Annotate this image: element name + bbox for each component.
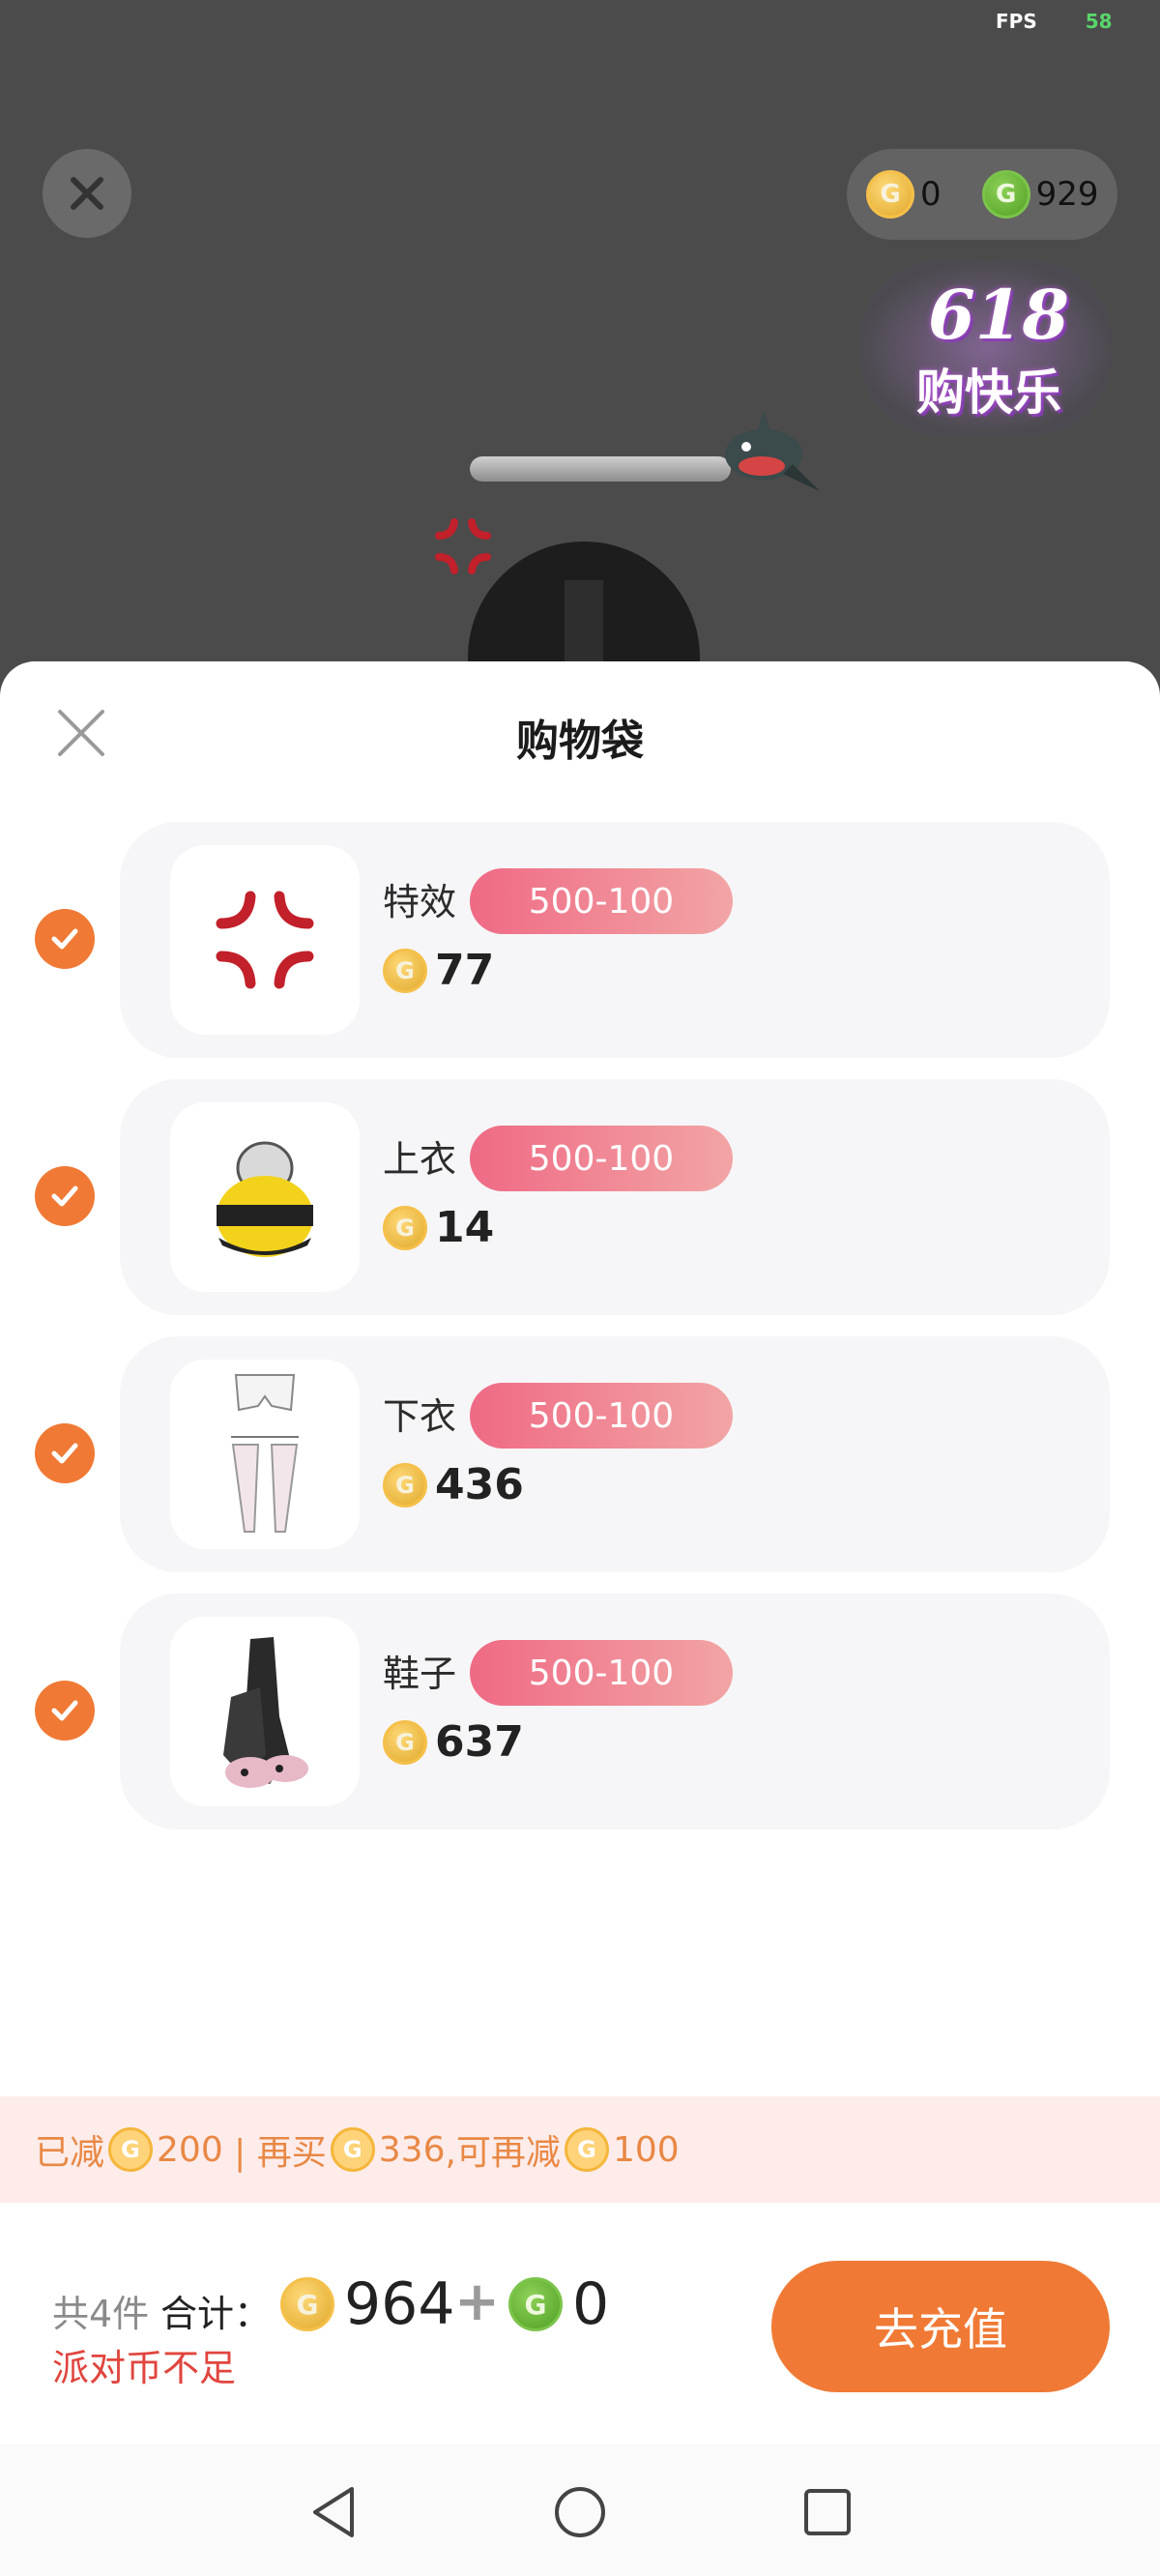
discount-text-next: ,可再减 — [445, 2133, 561, 2173]
recharge-button[interactable]: 去充值 — [771, 2261, 1110, 2392]
cart-item-shoes: 鞋子 500-100 G 637 — [0, 1594, 1160, 1830]
price-amount: 436 — [435, 1460, 524, 1509]
gold-coin-icon: G — [383, 1719, 427, 1765]
nav-back-button[interactable] — [305, 2483, 363, 2541]
scene-close-button[interactable] — [43, 149, 131, 238]
cart-item-effect: 特效 500-100 G 77 — [0, 822, 1160, 1058]
checkmark-icon — [51, 1443, 78, 1464]
promo-tag: 500-100 — [470, 1383, 733, 1449]
back-triangle-icon — [313, 2487, 354, 2537]
gold-coin-icon: G — [866, 170, 914, 219]
item-card[interactable]: 上衣 500-100 G 14 — [120, 1079, 1110, 1315]
shark-icon — [725, 410, 820, 491]
item-name: 下衣 — [383, 1395, 457, 1438]
recents-square-icon — [804, 2489, 851, 2535]
item-checkbox[interactable] — [35, 909, 95, 969]
item-name: 上衣 — [383, 1138, 457, 1181]
promo-tag: 500-100 — [470, 1640, 733, 1706]
discount-amount-next: 100 — [612, 2129, 680, 2170]
system-navigation-bar — [0, 2444, 1160, 2576]
total-green: G 0 — [508, 2270, 609, 2338]
green-coin-icon: G — [981, 170, 1030, 219]
item-name: 鞋子 — [383, 1653, 457, 1695]
anger-effect-icon — [216, 891, 314, 989]
insufficient-balance-warning: 派对币不足 — [52, 2347, 237, 2389]
item-price: G 14 — [383, 1203, 494, 1252]
boots-icon — [223, 1637, 308, 1788]
green-balance: 929 — [1035, 175, 1099, 214]
bee-top-icon — [217, 1141, 313, 1257]
item-thumbnail — [170, 1360, 360, 1549]
checkout-footer: 共4件 合计： G 964 + G 0 派对币不足 去充值 — [0, 2203, 1160, 2444]
price-amount: 637 — [435, 1717, 524, 1767]
item-checkbox[interactable] — [35, 1166, 95, 1226]
green-coin-icon: G — [508, 2277, 563, 2331]
event-badge-number: 618 — [928, 275, 1070, 355]
plus-sign: + — [454, 2270, 500, 2333]
cart-item-top: 上衣 500-100 G 14 — [0, 1079, 1160, 1315]
currency-balance[interactable]: G 0 G 929 — [847, 149, 1117, 240]
item-card[interactable]: 下衣 500-100 G 436 — [120, 1336, 1110, 1572]
gold-coin-icon: G — [383, 1205, 427, 1250]
discount-text-reduced: 已减 — [35, 2133, 105, 2173]
item-checkbox[interactable] — [35, 1423, 95, 1483]
gold-balance: 0 — [920, 175, 942, 214]
pants-stockings-icon — [231, 1374, 299, 1533]
item-card[interactable]: 鞋子 500-100 G 637 — [120, 1594, 1110, 1830]
item-name: 特效 — [383, 881, 457, 923]
gold-coin-icon: G — [383, 948, 427, 993]
total-label: 合计： — [160, 2293, 272, 2335]
item-price: G 436 — [383, 1460, 524, 1509]
gold-coin-icon: G — [330, 2127, 375, 2172]
sheet-title: 购物袋 — [516, 717, 644, 766]
item-price: G 637 — [383, 1717, 524, 1767]
fps-value: 58 — [1085, 10, 1113, 33]
item-price: G 77 — [383, 946, 494, 995]
shark-rod — [470, 456, 731, 482]
nav-recents-button[interactable] — [798, 2483, 856, 2541]
discount-amount-reduced: 200 — [157, 2129, 223, 2170]
checkmark-icon — [51, 1186, 78, 1207]
discount-amount-more: 336 — [378, 2129, 446, 2170]
event-badge-618[interactable]: 618 购快乐 — [860, 261, 1112, 435]
total-green-amount: 0 — [572, 2270, 610, 2338]
fps-counter: FPS 58 — [996, 10, 1113, 33]
total-gold-amount: 964 — [344, 2270, 455, 2338]
event-badge-text: 购快乐 — [916, 365, 1061, 421]
anger-mark-icon — [435, 518, 491, 574]
item-checkbox[interactable] — [35, 1681, 95, 1741]
gold-coin-icon: G — [108, 2127, 154, 2172]
price-amount: 77 — [435, 946, 495, 995]
price-amount: 14 — [435, 1203, 495, 1252]
item-count: 共4件 — [52, 2293, 150, 2335]
home-circle-icon — [555, 2487, 605, 2537]
checkmark-icon — [51, 1700, 78, 1721]
checkmark-icon — [51, 928, 78, 950]
item-thumbnail — [170, 845, 360, 1035]
fps-label: FPS — [996, 10, 1037, 33]
promo-tag: 500-100 — [470, 1126, 733, 1191]
promo-tag: 500-100 — [470, 868, 733, 934]
discount-text-buy-more: | 再买 — [222, 2133, 327, 2173]
gold-coin-icon: G — [564, 2127, 609, 2172]
gold-coin-icon: G — [383, 1462, 427, 1508]
nav-home-button[interactable] — [551, 2483, 609, 2541]
item-thumbnail — [170, 1102, 360, 1292]
item-thumbnail — [170, 1617, 360, 1806]
gold-coin-icon: G — [280, 2277, 334, 2331]
cart-item-bottoms: 下衣 500-100 G 436 — [0, 1336, 1160, 1572]
game-scene: FPS 58 G 0 G 929 618 购快乐 — [0, 0, 1160, 696]
total-gold: G 964 — [280, 2270, 455, 2338]
discount-info-bar: 已减 G 200 | 再买 G 336 ,可再减 G 100 — [0, 2096, 1160, 2203]
close-icon — [71, 177, 103, 210]
item-card[interactable]: 特效 500-100 G 77 — [120, 822, 1110, 1058]
